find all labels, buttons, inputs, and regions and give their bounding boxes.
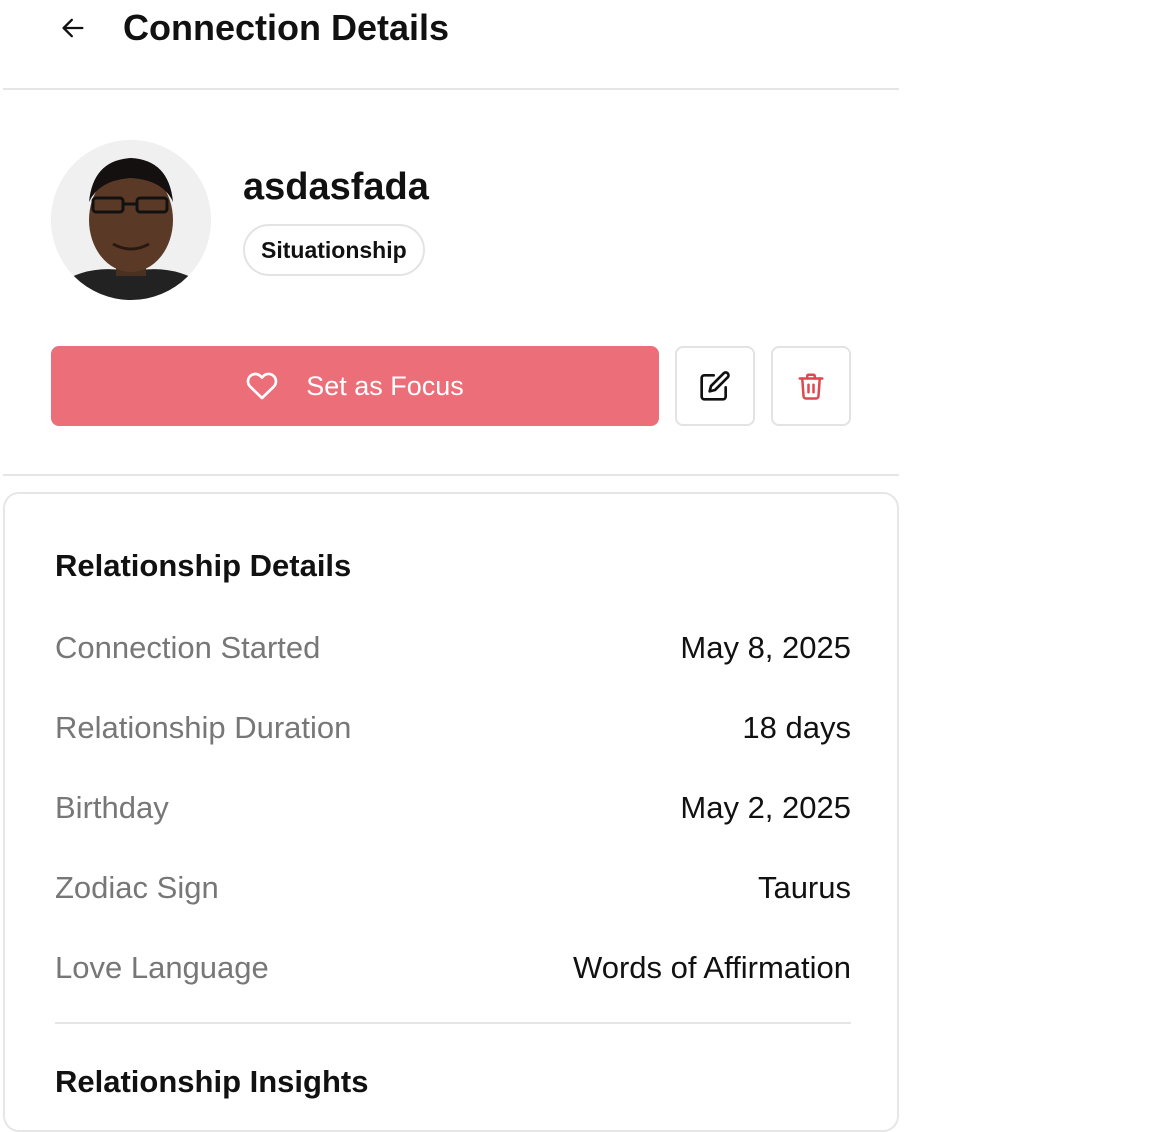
detail-value: Taurus [757, 870, 851, 905]
detail-row-birthday: Birthday May 2, 2025 [55, 786, 851, 830]
detail-row-love-language: Love Language Words of Affirmation [55, 946, 851, 990]
card-divider [55, 1022, 851, 1024]
edit-icon [700, 371, 730, 401]
section-divider [3, 474, 899, 476]
set-as-focus-button[interactable]: Set as Focus [51, 346, 659, 426]
trash-icon [798, 373, 824, 400]
relationship-details-card: Relationship Details Connection Started … [3, 492, 899, 1132]
detail-label: Relationship Duration [55, 710, 352, 745]
detail-value: May 2, 2025 [680, 790, 851, 825]
edit-button[interactable] [675, 346, 755, 426]
detail-label: Zodiac Sign [55, 870, 219, 905]
relationship-details-title: Relationship Details [55, 548, 352, 583]
page-header: Connection Details [3, 0, 899, 90]
detail-label: Connection Started [55, 630, 321, 665]
avatar-photo [51, 140, 211, 300]
detail-label: Birthday [55, 790, 169, 825]
set-as-focus-label: Set as Focus [306, 370, 464, 401]
relationship-insights-title: Relationship Insights [55, 1064, 369, 1099]
detail-value: 18 days [742, 710, 851, 745]
relationship-type-badge: Situationship [243, 224, 425, 276]
detail-label: Love Language [55, 950, 269, 985]
page-title: Connection Details [123, 7, 450, 48]
back-button[interactable] [51, 6, 95, 50]
detail-row-zodiac-sign: Zodiac Sign Taurus [55, 866, 851, 910]
heart-icon [246, 370, 278, 402]
detail-row-relationship-duration: Relationship Duration 18 days [55, 706, 851, 750]
arrow-left-icon [62, 18, 84, 38]
detail-value: Words of Affirmation [573, 950, 851, 985]
avatar [51, 140, 211, 300]
detail-row-connection-started: Connection Started May 8, 2025 [55, 626, 851, 670]
delete-button[interactable] [771, 346, 851, 426]
connection-name: asdasfada [243, 166, 429, 208]
detail-value: May 8, 2025 [680, 630, 851, 665]
